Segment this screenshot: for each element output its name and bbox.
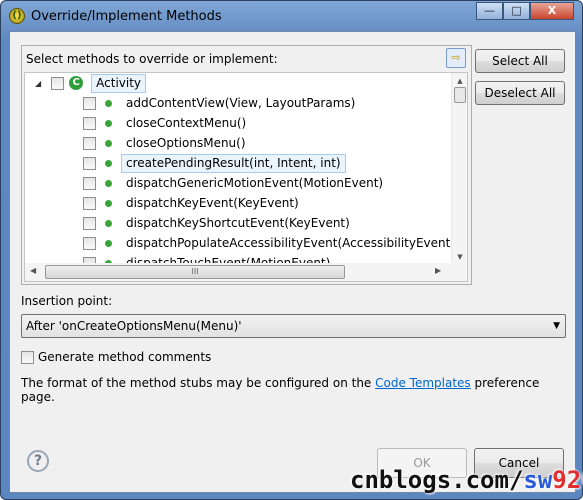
select-all-button[interactable]: Select All <box>475 49 565 73</box>
help-icon[interactable]: ? <box>27 450 49 472</box>
method-checkbox[interactable] <box>83 156 96 170</box>
scroll-thumb[interactable] <box>454 87 466 103</box>
code-templates-link[interactable]: Code Templates <box>375 376 471 390</box>
public-method-icon <box>105 159 112 167</box>
method-row[interactable]: dispatchKeyShortcutEvent(KeyEvent) <box>83 213 350 233</box>
maximize-button[interactable]: □ <box>503 2 530 20</box>
public-method-icon <box>105 119 112 127</box>
method-row[interactable]: closeContextMenu() <box>83 113 246 133</box>
scroll-thumb[interactable]: III <box>45 265 345 279</box>
info-text: The format of the method stubs may be co… <box>21 376 575 404</box>
generate-comments-label: Generate method comments <box>38 350 212 364</box>
method-label: closeContextMenu() <box>126 116 247 130</box>
method-checkbox[interactable] <box>83 196 96 210</box>
insertion-point-select[interactable]: After 'onCreateOptionsMenu(Menu)' ▼ <box>21 314 566 338</box>
method-checkbox[interactable] <box>83 116 96 130</box>
methods-tree: ◢ C Activity addContentView(View, Layout… <box>24 72 468 282</box>
method-label: dispatchKeyEvent(KeyEvent) <box>126 196 299 210</box>
method-row[interactable]: addContentView(View, LayoutParams) <box>83 93 355 113</box>
method-checkbox[interactable] <box>83 96 96 110</box>
class-icon: C <box>69 76 84 90</box>
method-row[interactable]: dispatchPopulateAccessibilityEvent(Acces… <box>83 233 455 253</box>
method-label: dispatchGenericMotionEvent(MotionEvent) <box>126 176 384 190</box>
window-title: Override/Implement Methods <box>31 8 222 24</box>
watermark: cnblogs.com/sw926 <box>350 466 583 494</box>
tree-root[interactable]: ◢ C Activity <box>35 73 147 93</box>
eclipse-icon: () <box>9 8 25 24</box>
chevron-down-icon: ▼ <box>553 321 560 331</box>
method-row[interactable]: dispatchKeyEvent(KeyEvent) <box>83 193 299 213</box>
public-method-icon <box>105 179 112 187</box>
insertion-point-label: Insertion point: <box>21 294 113 308</box>
method-checkbox[interactable] <box>83 216 96 230</box>
public-method-icon <box>105 219 112 227</box>
method-checkbox[interactable] <box>83 136 96 150</box>
dialog-window: () Override/Implement Methods — □ X Sele… <box>0 0 583 500</box>
root-checkbox[interactable] <box>51 76 65 90</box>
method-checkbox[interactable] <box>83 236 96 250</box>
public-method-icon <box>105 139 112 147</box>
collapse-icon[interactable]: ◢ <box>35 79 41 88</box>
minimize-button[interactable]: — <box>476 2 503 20</box>
methods-label: Select methods to override or implement: <box>26 52 278 66</box>
title-bar: () Override/Implement Methods <box>9 6 222 26</box>
horizontal-scrollbar[interactable]: ◀ III ▶ <box>25 263 467 281</box>
dialog-content: Select methods to override or implement:… <box>9 31 583 494</box>
insertion-point-value: After 'onCreateOptionsMenu(Menu)' <box>26 319 242 333</box>
deselect-all-button[interactable]: Deselect All <box>475 81 565 105</box>
method-row[interactable]: dispatchGenericMotionEvent(MotionEvent) <box>83 173 383 193</box>
public-method-icon <box>105 199 112 207</box>
method-label: dispatchKeyShortcutEvent(KeyEvent) <box>126 216 350 230</box>
generate-comments-option[interactable]: Generate method comments <box>21 350 211 364</box>
public-method-icon <box>105 99 112 107</box>
generate-comments-checkbox[interactable] <box>21 350 34 364</box>
close-button[interactable]: X <box>530 2 574 20</box>
root-label: Activity <box>91 73 147 93</box>
method-row[interactable]: createPendingResult(int, Intent, int) <box>83 153 346 173</box>
method-label: closeOptionsMenu() <box>126 136 246 150</box>
vertical-scrollbar[interactable]: ▲ ▼ <box>451 73 467 263</box>
method-label: addContentView(View, LayoutParams) <box>126 96 356 110</box>
sort-filter-icon[interactable]: ⇨ <box>446 48 466 68</box>
method-label: createPendingResult(int, Intent, int) <box>121 153 346 173</box>
method-checkbox[interactable] <box>83 176 96 190</box>
info-prefix: The format of the method stubs may be co… <box>21 376 376 390</box>
public-method-icon <box>105 239 112 247</box>
method-row[interactable]: closeOptionsMenu() <box>83 133 246 153</box>
method-label: dispatchPopulateAccessibilityEvent(Acces… <box>126 236 456 250</box>
